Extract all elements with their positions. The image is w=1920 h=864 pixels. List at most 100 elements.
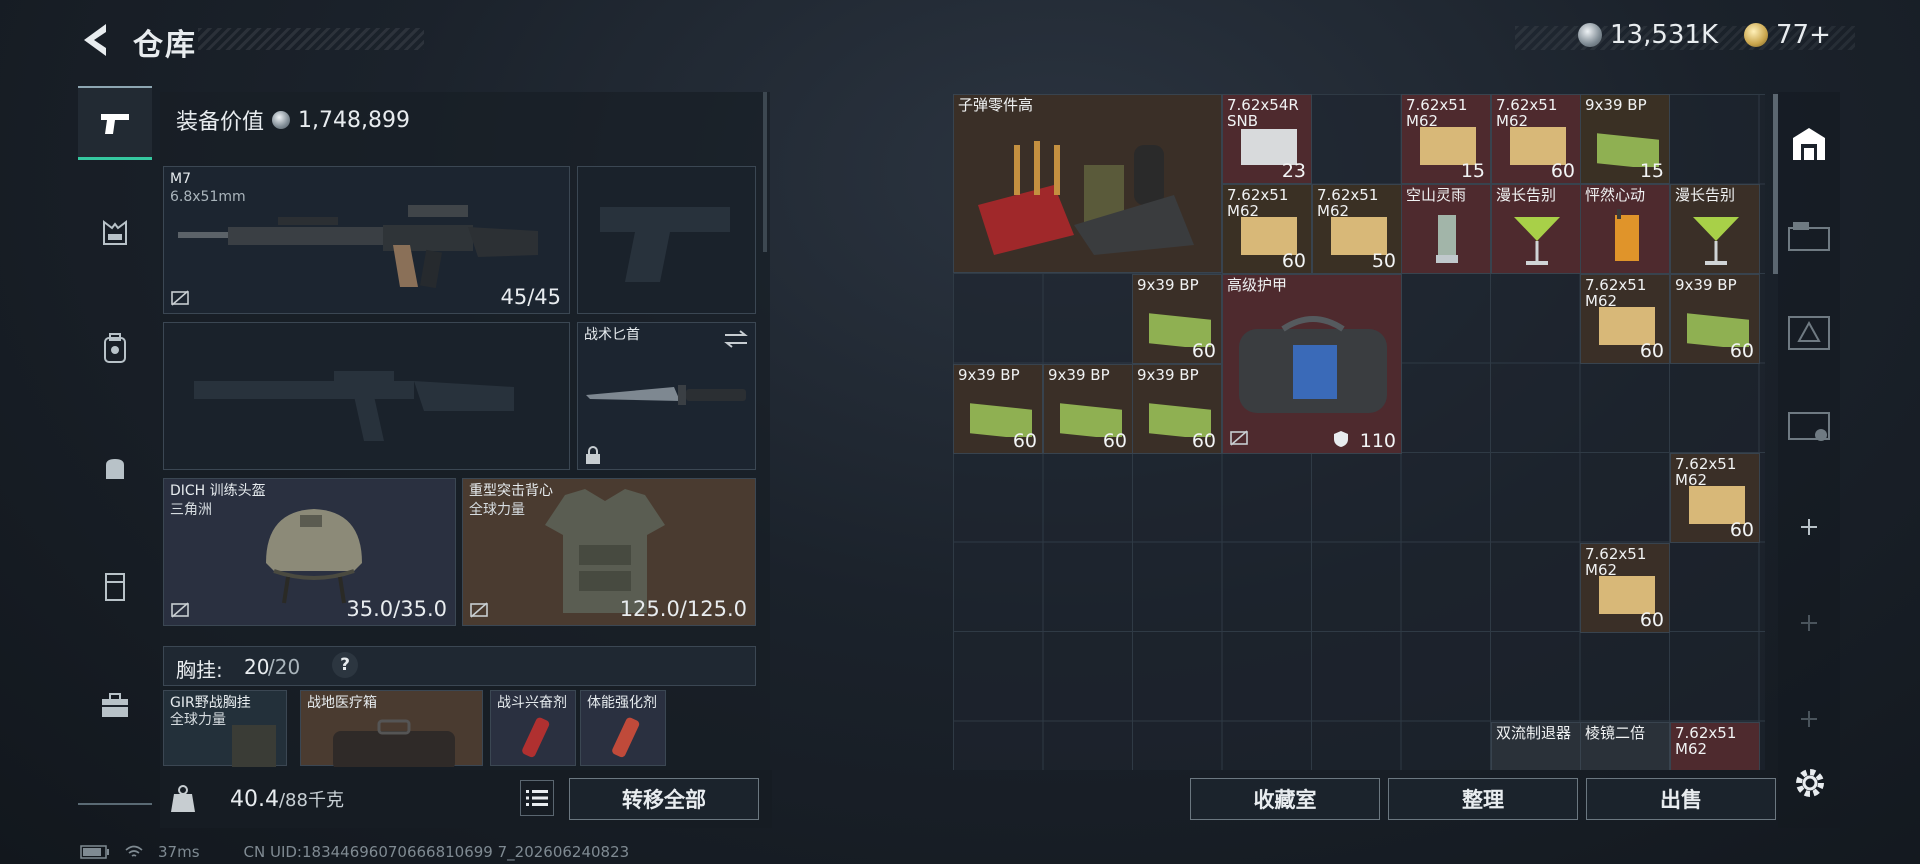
add-stash-page-button-disabled — [1780, 688, 1838, 750]
primary-weapon-slot[interactable]: M7 6.8x51mm 45/45 — [163, 166, 570, 314]
helmet-name: DICH 训练头盔 — [170, 483, 266, 499]
rig-item-stimulant[interactable]: 战斗兴奋剂 — [490, 690, 576, 766]
no-insure-icon — [171, 290, 189, 306]
stash-item[interactable]: 7.62x51 M62 15 — [1401, 94, 1491, 184]
martini-glass-image — [1693, 217, 1739, 265]
gti-case-icon — [1788, 222, 1830, 251]
knife-slot[interactable]: 战术匕首 — [577, 322, 756, 470]
tab-case[interactable] — [78, 549, 152, 623]
stash-item[interactable]: 9x39 BP 60 — [1132, 274, 1222, 364]
stash-item[interactable]: 子弹零件高 — [953, 94, 1222, 273]
stash-item[interactable]: 9x39 BP 60 — [953, 364, 1043, 454]
ammo-parts-image — [978, 141, 1194, 255]
stash-item[interactable]: 空山灵雨 — [1401, 184, 1491, 274]
stash-item[interactable]: 7.62x51 M62 50 — [1312, 184, 1402, 274]
help-button[interactable]: ? — [332, 652, 358, 678]
rig-item-enhancer[interactable]: 体能强化剂 — [580, 690, 666, 766]
armor-slot[interactable]: 重型突击背心 全球力量 125.0/125.0 — [462, 478, 756, 626]
rig-item-name: 战斗兴奋剂 — [497, 695, 567, 711]
stash-item[interactable]: 9x39 BP 15 — [1580, 94, 1670, 184]
item-count: 23 — [1281, 160, 1306, 182]
item-count: 60 — [1639, 340, 1664, 362]
category-tabs — [78, 86, 152, 806]
stash-item[interactable]: 9x39 BP 60 — [1043, 364, 1133, 454]
syringe-image — [612, 717, 640, 758]
settings-button[interactable] — [1791, 764, 1829, 802]
stash-item[interactable]: 7.62x51 M62 60 — [1580, 274, 1670, 364]
gti-warning-icon — [1788, 316, 1830, 350]
backpack-icon — [104, 333, 126, 363]
item-count: 60 — [1729, 340, 1754, 362]
item-count: 15 — [1639, 160, 1664, 182]
item-name: 漫长告别 — [1496, 186, 1557, 204]
stash-item[interactable]: 7.62x54R SNB 23 — [1222, 94, 1312, 184]
knife-name: 战术匕首 — [584, 327, 640, 343]
secondary-weapon-slot[interactable] — [163, 322, 570, 470]
add-stash-page-button[interactable] — [1780, 496, 1838, 558]
transfer-all-button[interactable]: 转移全部 — [569, 778, 759, 820]
tab-backpack[interactable] — [78, 311, 152, 385]
shield-icon — [1334, 431, 1348, 447]
stash-page-gti-1[interactable] — [1780, 206, 1838, 268]
loadout-scrollbar[interactable] — [763, 92, 767, 252]
stash-item[interactable]: 双流制退器 — [1491, 722, 1581, 770]
helmet-brand: 三角洲 — [170, 502, 212, 518]
swap-icon[interactable] — [723, 329, 749, 349]
weapon-ammo: 45/45 — [500, 285, 561, 309]
silver-currency: 13,531K — [1578, 20, 1718, 50]
plus-icon — [1801, 711, 1817, 727]
stash-item[interactable]: 棱镜二倍 — [1580, 722, 1670, 770]
chest-rig-icon — [103, 220, 127, 245]
cocktail-glass-image — [1436, 215, 1458, 263]
stash-item[interactable]: 怦然心动 — [1580, 184, 1670, 274]
stash-item[interactable]: 9x39 BP 60 — [1132, 364, 1222, 454]
item-count: 60 — [1281, 250, 1306, 272]
item-name: 空山灵雨 — [1406, 186, 1467, 204]
battery-icon — [80, 845, 109, 859]
rig-item-medkit[interactable]: 战地医疗箱 — [300, 690, 483, 767]
stash-page-gti-2[interactable] — [1780, 300, 1838, 362]
list-icon — [526, 790, 548, 806]
stash-item[interactable]: 7.62x51 M62 60 — [1670, 453, 1760, 543]
item-name: 9x39 BP — [1585, 96, 1647, 114]
stash-item[interactable]: 9x39 BP 60 — [1670, 274, 1760, 364]
tab-chest-rig[interactable] — [78, 196, 152, 270]
list-view-button[interactable] — [520, 780, 554, 816]
weight-current: 40.4 — [230, 787, 279, 812]
add-stash-page-button-disabled — [1780, 592, 1838, 654]
helmet-durability: 35.0/35.0 — [346, 597, 447, 621]
organize-button[interactable]: 整理 — [1388, 778, 1578, 820]
rig-item-gir[interactable]: GIR野战胸挂 全球力量 — [163, 690, 287, 767]
tab-toolbox[interactable] — [78, 668, 152, 742]
stash-item[interactable]: 高级护甲 110 — [1222, 274, 1402, 454]
pouch-icon — [106, 459, 124, 479]
item-name: 子弹零件高 — [958, 96, 1034, 114]
stash-item[interactable]: 漫长告别 — [1670, 184, 1760, 274]
tab-weapons[interactable] — [78, 86, 152, 160]
stash-item[interactable]: 7.62x51 M62 60 — [1222, 184, 1312, 274]
toolbox-icon — [102, 693, 128, 717]
chest-rig-header: 胸挂: 20 /20 ? — [163, 646, 756, 686]
back-button[interactable] — [78, 20, 114, 60]
stash-item[interactable]: 7.62x51 M62 — [1670, 722, 1760, 770]
stash-item[interactable]: 7.62x51 M62 60 — [1580, 543, 1670, 633]
pistol-slot[interactable] — [577, 166, 756, 314]
rig-item-name: 体能强化剂 — [587, 695, 657, 711]
stash-page-gti-3[interactable] — [1780, 394, 1838, 456]
item-count: 60 — [1550, 160, 1575, 182]
item-name: 9x39 BP — [1048, 366, 1110, 384]
martini-glass-image — [1514, 217, 1560, 265]
gear-icon — [1796, 769, 1824, 797]
collection-room-button[interactable]: 收藏室 — [1190, 778, 1380, 820]
stash-page-main[interactable] — [1780, 112, 1838, 174]
stash-item[interactable]: 漫长告别 — [1491, 184, 1581, 274]
gold-currency[interactable]: 77+ — [1744, 20, 1831, 50]
item-name: 怦然心动 — [1585, 186, 1646, 204]
sell-button[interactable]: 出售 — [1586, 778, 1776, 820]
chest-rig-total: /20 — [268, 655, 301, 679]
item-name: 9x39 BP — [1137, 366, 1199, 384]
stash-item[interactable]: 7.62x51 M62 60 — [1491, 94, 1581, 184]
helmet-slot[interactable]: DICH 训练头盔 三角洲 35.0/35.0 — [163, 478, 456, 626]
syringe-image — [522, 717, 550, 758]
tab-pouch[interactable] — [78, 431, 152, 505]
